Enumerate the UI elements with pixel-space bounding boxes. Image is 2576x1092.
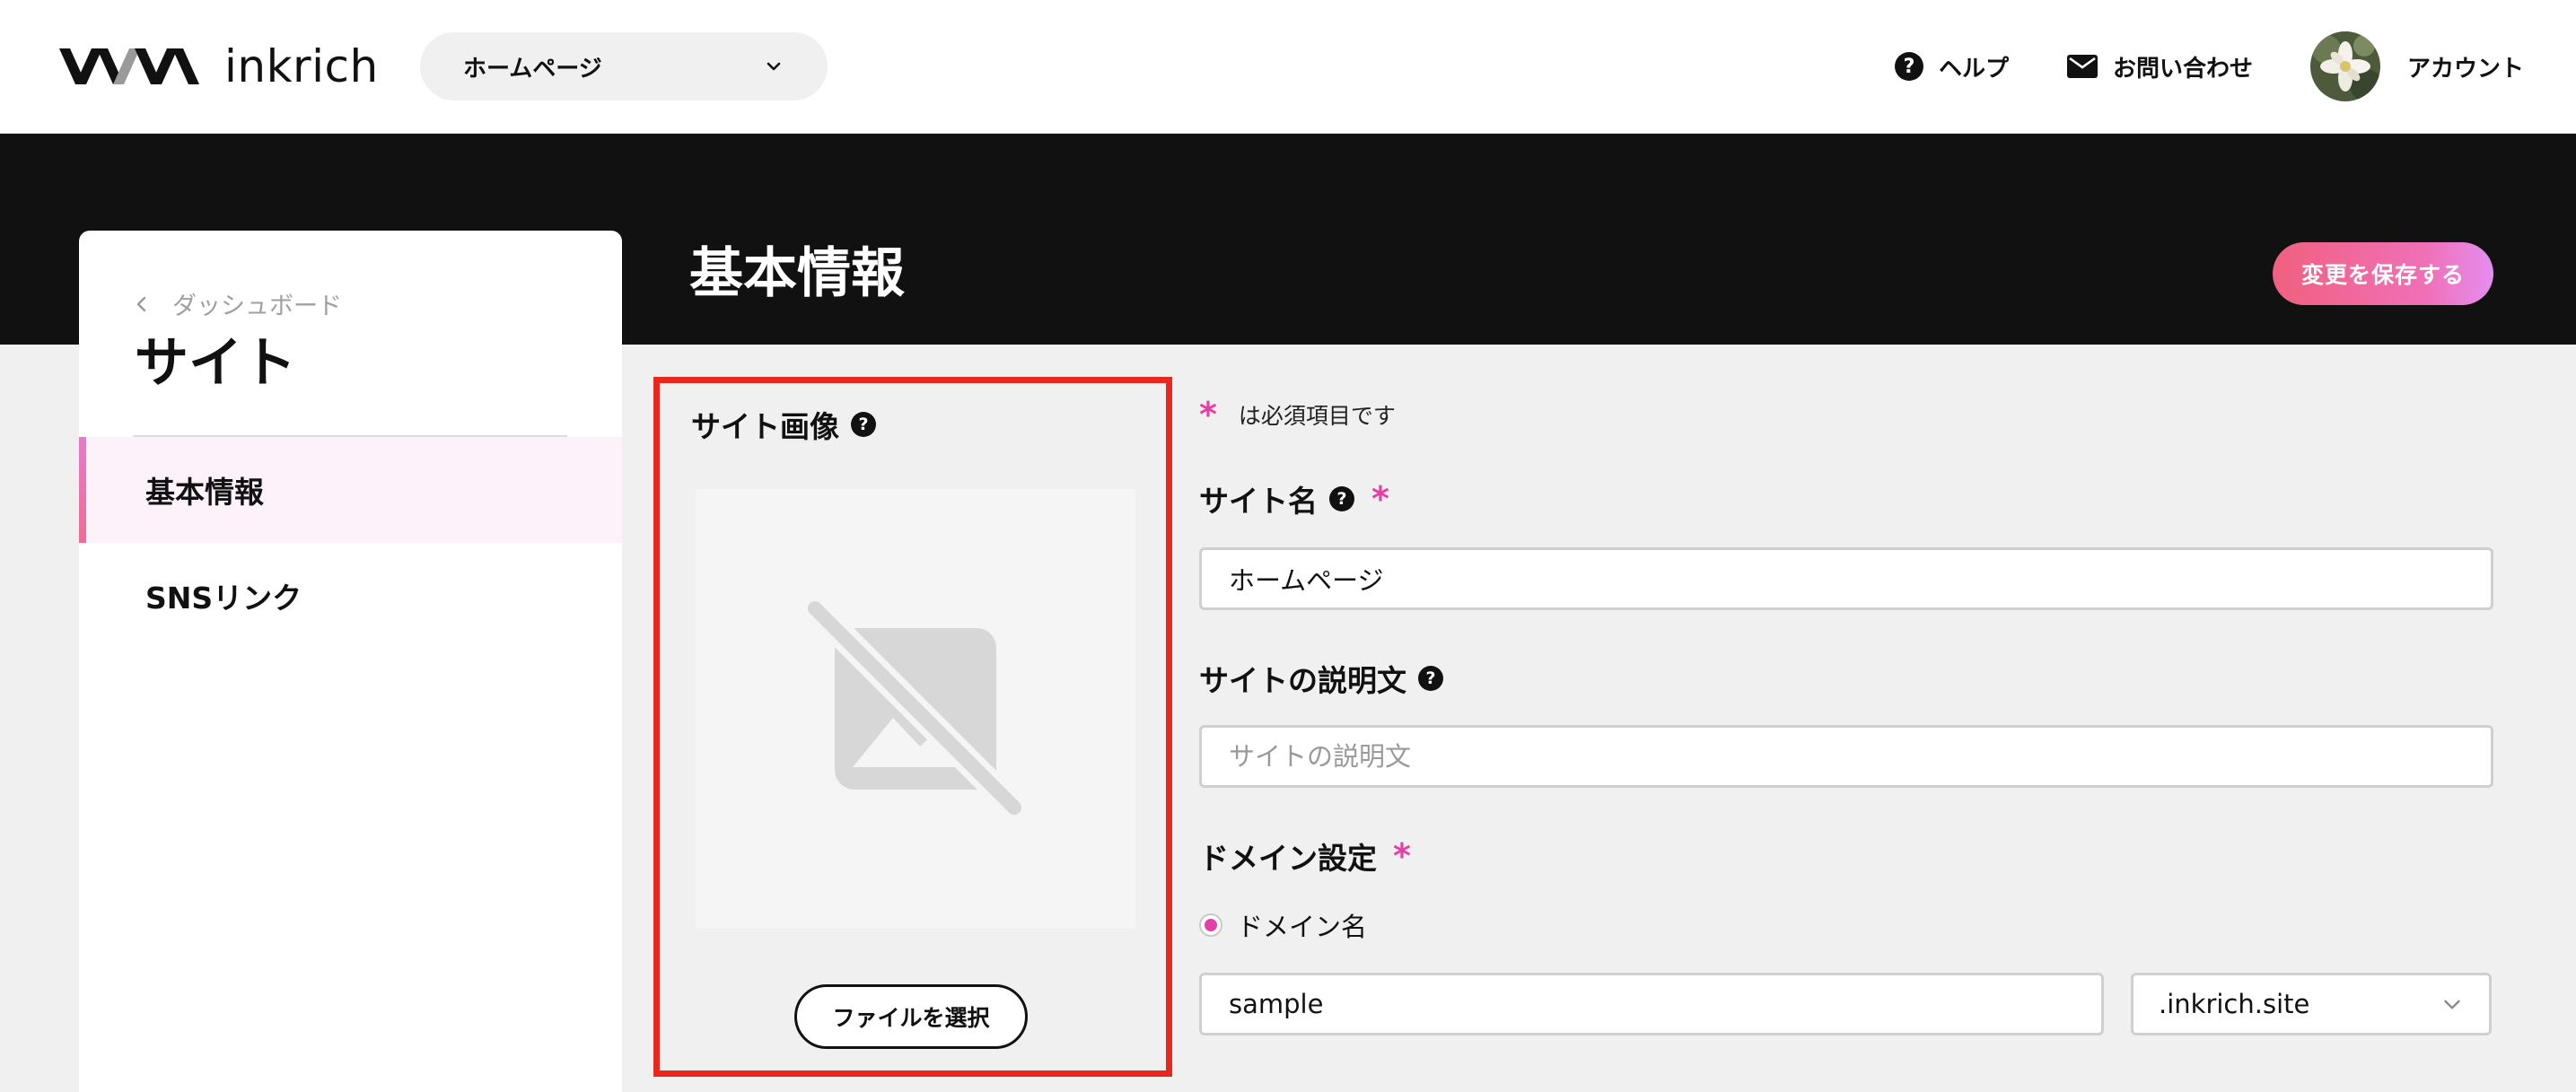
- svg-text:?: ?: [1336, 489, 1346, 509]
- choose-file-button[interactable]: ファイルを選択: [794, 984, 1028, 1049]
- domain-suffix-select[interactable]: .inkrich.site: [2131, 973, 2492, 1035]
- save-changes-button[interactable]: 変更を保存する: [2273, 242, 2493, 305]
- radio-button[interactable]: [1199, 913, 1222, 937]
- site-selector-value: ホームページ: [463, 55, 602, 83]
- top-header: inkrich ホームページ ? ヘルプ お問い合わせ アカウント: [0, 0, 2576, 134]
- sidebar-item-label: 基本情報: [145, 475, 264, 510]
- chevron-down-icon: [767, 62, 781, 71]
- svg-text:?: ?: [1425, 668, 1435, 688]
- sidebar: ダッシュボード サイト 基本情報 SNSリンク: [79, 231, 622, 1092]
- domain-settings-label-text: ドメイン設定: [1199, 841, 1377, 876]
- sidebar-title: サイト: [135, 332, 296, 395]
- svg-text:?: ?: [1904, 56, 1915, 78]
- radio-selected-dot: [1205, 919, 1217, 931]
- site-name-label-text: サイト名: [1199, 484, 1318, 519]
- svg-text:?: ?: [858, 415, 868, 434]
- site-selector[interactable]: ホームページ: [420, 32, 828, 100]
- required-note: * は必須項目です: [1199, 395, 1396, 434]
- site-name-input[interactable]: [1199, 547, 2493, 610]
- image-preview[interactable]: [696, 489, 1135, 929]
- domain-input[interactable]: [1199, 973, 2104, 1035]
- help-icon[interactable]: ?: [1417, 665, 1444, 692]
- chevron-down-icon: [2444, 1000, 2460, 1009]
- description-label-text: サイトの説明文: [1199, 663, 1406, 698]
- required-mark: *: [1199, 395, 1217, 434]
- page-title: 基本情報: [689, 242, 905, 305]
- brand-logo-mark: [59, 48, 199, 84]
- brand-name: inkrich: [224, 40, 379, 92]
- help-label: ヘルプ: [1938, 55, 2009, 83]
- help-icon[interactable]: ?: [1328, 485, 1355, 512]
- avatar: [2309, 31, 2380, 101]
- sidebar-item-sns-links[interactable]: SNSリンク: [79, 543, 622, 649]
- contact-link[interactable]: お問い合わせ: [2066, 50, 2253, 83]
- back-to-dashboard-link[interactable]: ダッシュボード: [135, 286, 342, 321]
- domain-suffix-value: .inkrich.site: [2159, 989, 2310, 1019]
- chevron-left-icon: [136, 296, 146, 311]
- back-link-label: ダッシュボード: [172, 293, 342, 320]
- required-mark: *: [1393, 836, 1411, 876]
- required-note-text: は必須項目です: [1238, 403, 1396, 429]
- mail-icon: [2066, 55, 2098, 78]
- account-label: アカウント: [2406, 55, 2524, 83]
- required-mark: *: [1371, 479, 1389, 519]
- sidebar-item-label: SNSリンク: [145, 581, 302, 616]
- domain-settings-label: ドメイン設定 *: [1199, 834, 1411, 878]
- contact-label: お問い合わせ: [2112, 55, 2253, 83]
- domain-name-radio[interactable]: ドメイン名: [1199, 906, 1367, 944]
- site-image-label: サイト画像: [691, 409, 839, 444]
- sidebar-item-basic-info[interactable]: 基本情報: [79, 437, 622, 543]
- account-menu[interactable]: アカウント: [2309, 31, 2524, 101]
- header-nav: ? ヘルプ お問い合わせ アカウント: [1836, 29, 2524, 104]
- domain-name-option-label: ドメイン名: [1237, 912, 1368, 942]
- brand-logo[interactable]: inkrich: [59, 39, 379, 93]
- help-link[interactable]: ? ヘルプ: [1894, 50, 2009, 83]
- site-name-label: サイト名 ? *: [1199, 477, 1389, 520]
- no-image-icon: [802, 595, 1028, 821]
- help-icon: ?: [1894, 52, 1923, 81]
- help-icon[interactable]: ?: [850, 411, 877, 438]
- description-label: サイトの説明文 ?: [1199, 657, 1444, 700]
- site-image-title: サイト画像 ?: [691, 403, 877, 446]
- site-image-section: サイト画像 ? ファイルを選択: [653, 377, 1172, 1077]
- description-input[interactable]: [1199, 725, 2493, 788]
